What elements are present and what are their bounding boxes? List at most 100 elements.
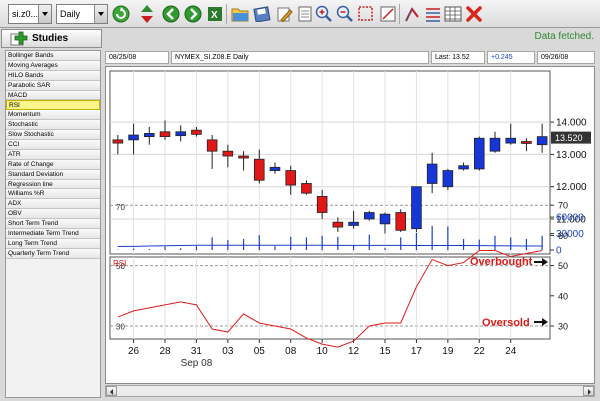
studies-button[interactable]: Studies bbox=[1, 29, 102, 48]
scroll-right-button[interactable] bbox=[583, 386, 594, 396]
up-down-button[interactable] bbox=[136, 3, 157, 25]
start-date-field: 08/25/08 bbox=[105, 51, 169, 64]
price-tick-label: 14.000 bbox=[556, 118, 587, 129]
open-button[interactable] bbox=[229, 3, 250, 25]
sidebar-item[interactable]: Stochastic bbox=[6, 120, 100, 131]
price-chart[interactable]: 14.00013.00012.00011.0006000030000070605… bbox=[106, 67, 596, 385]
x-tick-label: 31 bbox=[191, 346, 203, 357]
forward-button[interactable] bbox=[182, 3, 203, 25]
properties-button[interactable] bbox=[273, 3, 294, 25]
candle-body bbox=[238, 155, 249, 159]
x-tick-label: 24 bbox=[505, 346, 517, 357]
sidebar-item[interactable]: ADX bbox=[6, 199, 100, 210]
x-tick-label: 05 bbox=[254, 346, 266, 357]
candle-body bbox=[474, 137, 485, 170]
arrow-left-icon bbox=[162, 5, 179, 23]
sidebar-item[interactable]: HILO Bands bbox=[6, 70, 100, 81]
candle-body bbox=[254, 158, 265, 181]
fibonacci-button[interactable] bbox=[422, 3, 443, 25]
close-icon bbox=[465, 6, 482, 22]
candle-body bbox=[316, 195, 328, 213]
sidebar-item[interactable]: OBV bbox=[6, 209, 100, 220]
chevron-down-icon[interactable] bbox=[94, 5, 107, 23]
disk-icon bbox=[252, 6, 271, 22]
overbought-annotation: Overbought bbox=[470, 256, 533, 268]
candle-body bbox=[159, 131, 171, 138]
sidebar-item[interactable]: Bollinger Bands bbox=[6, 51, 100, 61]
arrow-right-icon bbox=[184, 5, 201, 23]
volume-tick-label: 0 bbox=[556, 246, 562, 257]
sidebar-item[interactable]: MACD bbox=[6, 90, 100, 101]
chevron-down-icon[interactable] bbox=[38, 5, 51, 23]
sidebar-item[interactable]: Long Term Trend bbox=[6, 238, 100, 249]
grid-icon bbox=[444, 6, 461, 22]
candle-body bbox=[269, 166, 281, 171]
scroll-left-button[interactable] bbox=[106, 386, 117, 396]
period-combo[interactable]: Daily bbox=[56, 4, 108, 24]
close-button[interactable] bbox=[463, 3, 484, 25]
x-tick-label: 19 bbox=[442, 346, 454, 357]
sidebar-item[interactable]: CCI bbox=[6, 140, 100, 150]
zoom-in-button[interactable] bbox=[313, 3, 334, 25]
sidebar-item[interactable]: Parabolic SAR bbox=[6, 80, 100, 91]
sidebar-item[interactable]: Intermediate Term Trend bbox=[6, 229, 100, 239]
end-date-field: 09/26/08 bbox=[537, 51, 595, 64]
candle-body bbox=[144, 133, 155, 138]
status-text: Data fetched. bbox=[534, 31, 594, 42]
pencil-icon bbox=[277, 7, 293, 22]
save-button[interactable] bbox=[251, 3, 272, 25]
candle-body bbox=[175, 131, 186, 137]
x-tick-label: 08 bbox=[285, 346, 297, 357]
candle-body bbox=[285, 170, 296, 186]
spreadsheet-icon: X bbox=[207, 7, 222, 21]
candle-body bbox=[426, 163, 438, 184]
lines-icon bbox=[425, 8, 440, 22]
rsi-inner-label: 30 bbox=[116, 323, 125, 332]
sidebar-item[interactable]: RSI bbox=[6, 100, 100, 111]
sidebar-item[interactable]: Regression line bbox=[6, 179, 100, 190]
sidebar-item[interactable]: Williams %R bbox=[6, 189, 100, 200]
candle-body bbox=[112, 139, 124, 144]
chart-title-field: NYMEX_SI.Z08.E Daily bbox=[171, 51, 429, 64]
x-tick-label: 03 bbox=[222, 346, 234, 357]
sidebar-item[interactable]: ATR bbox=[6, 149, 100, 160]
table-button[interactable] bbox=[442, 3, 463, 25]
change-field: +0.245 bbox=[487, 51, 535, 64]
symbol-combo[interactable]: si.z0... bbox=[8, 4, 52, 24]
sidebar-item[interactable]: Momentum bbox=[6, 110, 100, 121]
rsi-tick-label: 70 bbox=[558, 201, 568, 211]
sidebar-item[interactable]: Moving Averages bbox=[6, 60, 100, 71]
x-tick-label: 22 bbox=[474, 346, 486, 357]
candle-body bbox=[348, 221, 359, 226]
rsi-tick-label: 50 bbox=[558, 261, 568, 271]
zoom-box-button[interactable] bbox=[355, 3, 376, 25]
candle-body bbox=[411, 186, 422, 230]
refresh-button[interactable] bbox=[110, 3, 131, 25]
export-button[interactable]: X bbox=[204, 3, 225, 25]
studies-label: Studies bbox=[32, 33, 69, 44]
x-tick-label: 17 bbox=[411, 346, 423, 357]
chart-panel[interactable]: 14.000 13.000 12.000 11.000 60000 30000 0 70 60 5… bbox=[105, 66, 595, 384]
trendline-button[interactable] bbox=[401, 3, 422, 25]
x-tick-label: 10 bbox=[317, 346, 329, 357]
sidebar-item[interactable]: Slow Stochastic bbox=[6, 130, 100, 141]
zoom-out-button[interactable] bbox=[334, 3, 355, 25]
month-label: Sep 08 bbox=[181, 358, 213, 369]
sidebar-item[interactable]: Short Term Trend bbox=[6, 219, 100, 230]
last-price-field: Last: 13.52 bbox=[431, 51, 485, 64]
up-down-arrows-icon bbox=[140, 5, 153, 23]
x-tick-label: 12 bbox=[348, 346, 360, 357]
refresh-icon bbox=[112, 5, 129, 23]
sidebar-item[interactable]: Quarterly Term Trend bbox=[6, 248, 100, 259]
sidebar-item[interactable]: Standard Deviation bbox=[6, 169, 100, 180]
candle-body bbox=[395, 212, 406, 231]
studies-sidebar: Bollinger Bands Moving Averages HILO Bands… bbox=[5, 50, 101, 398]
candle-body bbox=[332, 221, 344, 228]
back-button[interactable] bbox=[160, 3, 181, 25]
fit-button[interactable] bbox=[377, 3, 398, 25]
horizontal-scrollbar[interactable] bbox=[105, 385, 595, 397]
sidebar-item[interactable]: Rate of Change bbox=[6, 159, 100, 170]
template-button[interactable] bbox=[294, 3, 315, 25]
studies-list: Bollinger Bands Moving Averages HILO Bands… bbox=[6, 51, 100, 259]
candle-body bbox=[128, 134, 139, 141]
